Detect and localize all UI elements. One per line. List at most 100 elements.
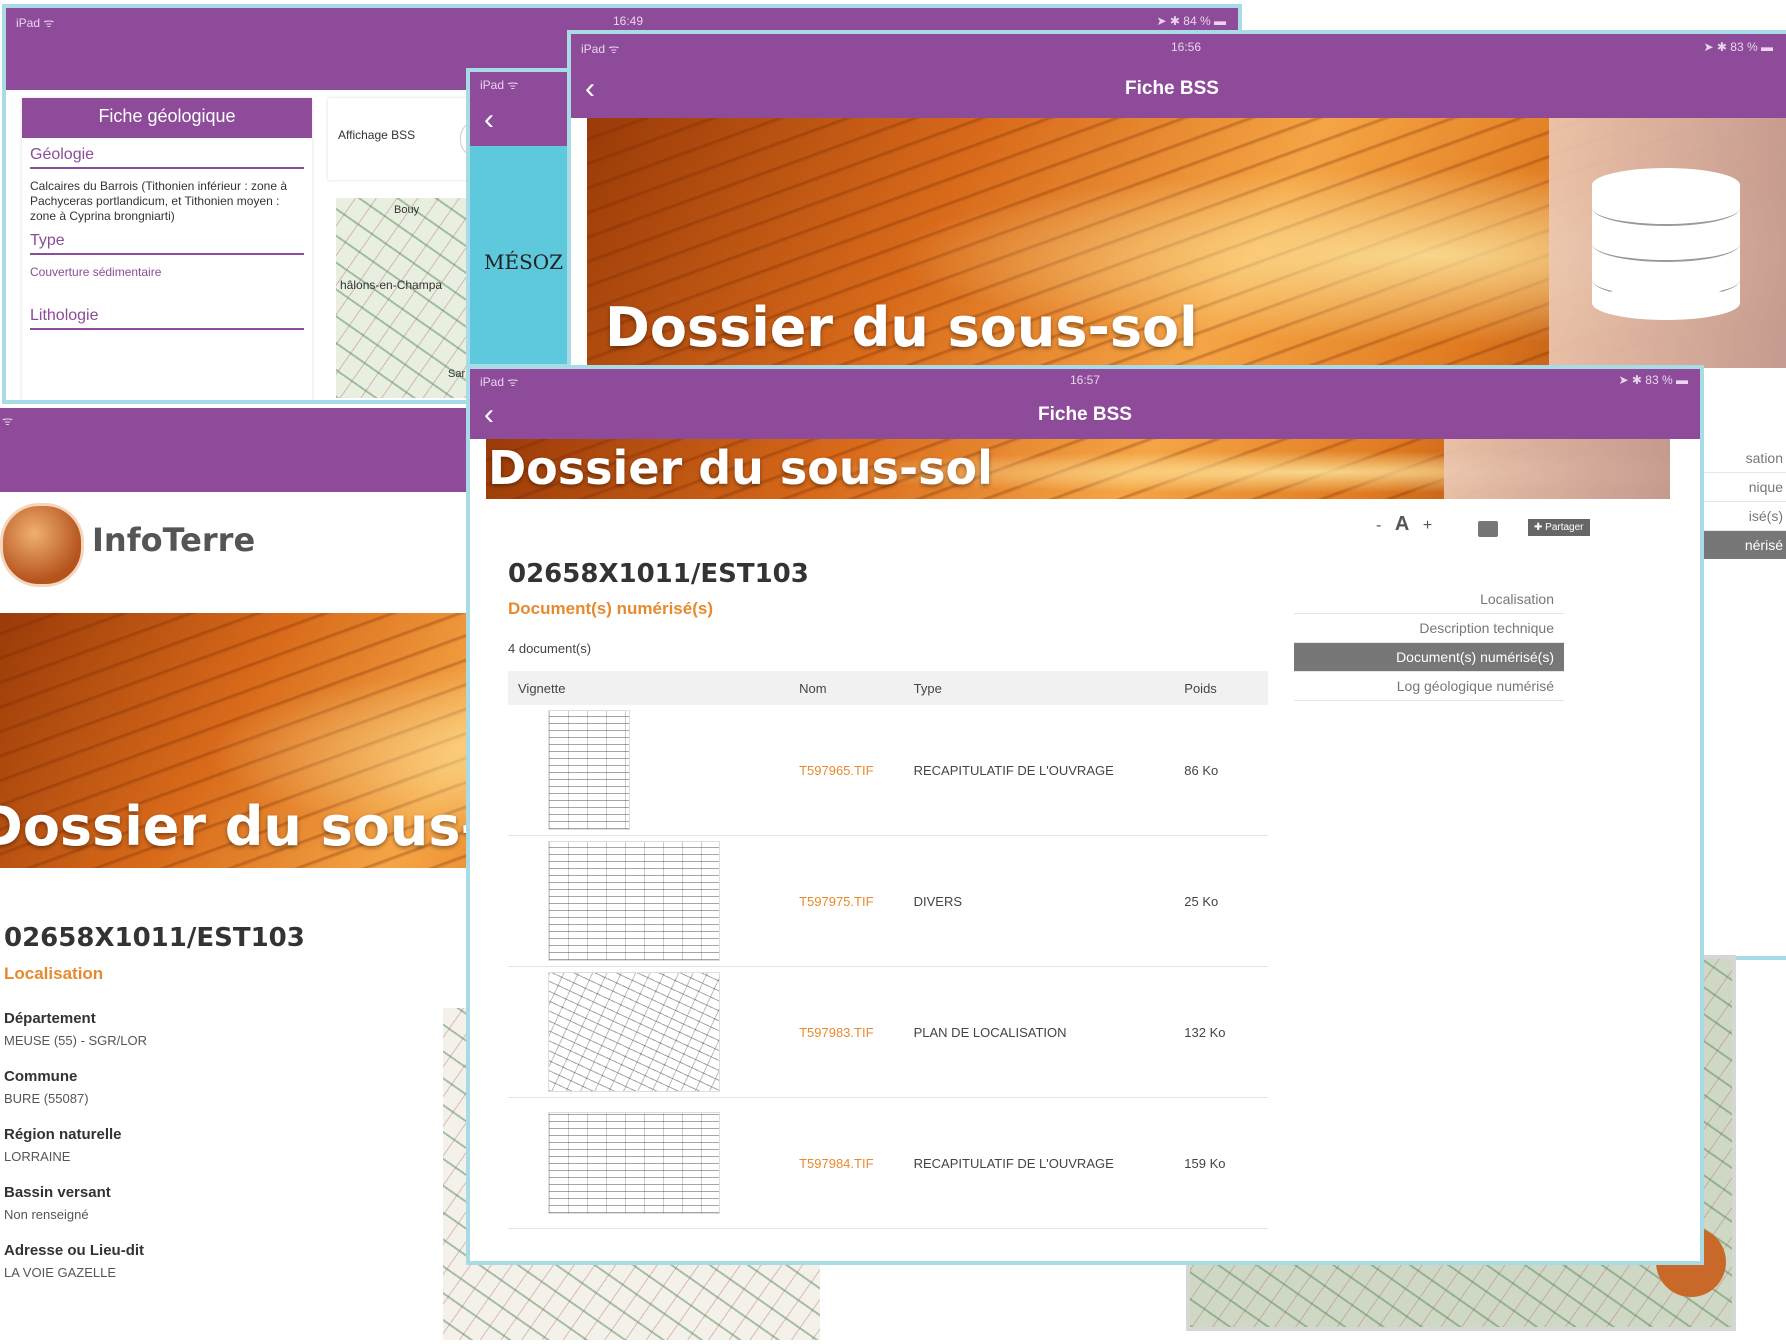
menu-item-log-geologique[interactable]: Log géologique numérisé <box>1294 672 1564 701</box>
screenshot-fiche-bss-1657: iPad ᯤ 16:57 ➤ ✱ 83 % ▬ ‹ Fiche BSS Doss… <box>466 365 1704 1265</box>
section-title: Document(s) numérisé(s) <box>508 599 713 618</box>
nav-bar: ‹ <box>470 94 572 146</box>
document-count: 4 document(s) <box>508 641 592 656</box>
document-size: 86 Ko <box>1174 705 1268 836</box>
header-banner: Dossier du sous-sol <box>486 439 1670 499</box>
status-bar: iPad ᯤ 16:56 ➤ ✱ 83 % ▬ <box>571 34 1786 60</box>
lithologie-heading: Lithologie <box>30 307 304 330</box>
content-area: - A + ✚ Partager 02658X1011/EST103 Docum… <box>486 499 1670 1261</box>
map-label-bouy: Bouy <box>394 204 420 216</box>
banner-side-panel <box>1444 439 1670 499</box>
section-menu: Localisation Description technique Docum… <box>1294 585 1564 701</box>
affichage-bss-label: Affichage BSS <box>338 128 416 142</box>
record-id: 02658X1011/EST103 <box>4 923 305 953</box>
field-adresse-label: Adresse ou Lieu-dit <box>4 1242 145 1259</box>
status-battery: ➤ ✱ 84 % ▬ <box>1156 14 1226 28</box>
geology-map[interactable]: Bouy hâlons-en-Champa Sar <box>336 198 486 398</box>
field-adresse-value: LA VOIE GAZELLE <box>4 1265 116 1280</box>
field-commune-label: Commune <box>4 1068 78 1085</box>
document-name-link[interactable]: T597983.TIF <box>789 966 904 1098</box>
header-banner: Dossier du sous-sol <box>587 118 1786 368</box>
document-thumbnail[interactable] <box>548 972 720 1092</box>
status-carrier: ᯤ <box>2 414 13 428</box>
nav-title: Fiche BSS <box>1125 78 1219 99</box>
column-poids: Poids <box>1174 671 1268 705</box>
document-thumbnail[interactable] <box>548 841 720 961</box>
document-type: RECAPITULATIF DE L'OUVRAGE <box>903 1097 1175 1229</box>
field-region-label: Région naturelle <box>4 1126 122 1143</box>
status-time: 16:49 <box>612 14 644 28</box>
map-label-chalons: hâlons-en-Champa <box>340 278 443 292</box>
section-title: Localisation <box>4 964 104 983</box>
field-departement-value: MEUSE (55) - SGR/LOR <box>4 1033 148 1048</box>
type-text: Couverture sédimentaire <box>30 265 162 279</box>
field-commune-value: BURE (55087) <box>4 1091 89 1106</box>
status-time: 16:56 <box>1170 40 1202 54</box>
era-label: MÉSOZ <box>484 250 564 274</box>
banner-title: Dossier du sous-sol <box>488 441 993 495</box>
thumbnail-cell <box>508 1097 790 1229</box>
status-bar: iPad ᯤ <box>470 72 572 94</box>
thumbnail-cell <box>508 705 790 836</box>
screenshot-mesozoic-strip: iPad ᯤ ‹ MÉSOZ <box>466 68 576 368</box>
column-type: Type <box>903 671 1175 705</box>
infoterre-logo-icon <box>0 503 84 587</box>
menu-item-localisation[interactable]: Localisation <box>1294 585 1564 614</box>
table-row[interactable]: T597965.TIF RECAPITULATIF DE L'OUVRAGE 8… <box>508 705 1268 836</box>
font-decrease-button[interactable]: - <box>1376 517 1381 534</box>
document-size: 25 Ko <box>1174 835 1268 967</box>
table-row[interactable]: T597975.TIF DIVERS 25 Ko <box>508 835 1268 967</box>
field-departement-label: Département <box>4 1010 96 1027</box>
era-panel: MÉSOZ <box>470 146 572 364</box>
document-size: 132 Ko <box>1174 966 1268 1098</box>
menu-item-description-technique[interactable]: Description technique <box>1294 614 1564 643</box>
document-name-link[interactable]: T597984.TIF <box>789 1097 904 1229</box>
nav-title: Fiche BSS <box>1038 404 1132 425</box>
database-icon <box>1592 168 1740 328</box>
document-thumbnail[interactable] <box>548 710 630 830</box>
document-name-link[interactable]: T597975.TIF <box>789 835 904 967</box>
table-row[interactable]: T597984.TIF RECAPITULATIF DE L'OUVRAGE 1… <box>508 1097 1268 1229</box>
font-size-controls: - A + <box>1376 513 1432 536</box>
location-fields: Département MEUSE (55) - SGR/LOR Commune… <box>4 998 424 1280</box>
nav-bar: ‹ Fiche BSS <box>470 391 1700 439</box>
document-thumbnail[interactable] <box>548 1112 720 1214</box>
field-bassin-value: Non renseigné <box>4 1207 89 1222</box>
type-heading: Type <box>30 232 304 255</box>
share-button[interactable]: ✚ Partager <box>1528 519 1590 536</box>
status-bar: iPad ᯤ 16:57 ➤ ✱ 83 % ▬ <box>470 369 1700 391</box>
banner-title: Dossier du sous-sol <box>605 296 1198 359</box>
thumbnail-cell <box>508 966 790 1098</box>
geologie-text: Calcaires du Barrois (Tithonien inférieu… <box>30 179 288 223</box>
table-row[interactable]: T597983.TIF PLAN DE LOCALISATION 132 Ko <box>508 966 1268 1098</box>
status-carrier: iPad ᯤ <box>480 375 519 389</box>
geology-panel: Fiche géologique Géologie Calcaires du B… <box>22 98 312 400</box>
infoterre-logo-text: InfoTerre <box>92 521 256 559</box>
font-size-icon: A <box>1394 513 1410 535</box>
document-type: RECAPITULATIF DE L'OUVRAGE <box>903 705 1175 836</box>
map-label-sar: Sar <box>448 368 466 380</box>
thumbnail-cell <box>508 835 790 967</box>
status-carrier: iPad ᯤ <box>480 78 519 92</box>
field-region-value: LORRAINE <box>4 1149 71 1164</box>
document-type: DIVERS <box>903 835 1175 967</box>
status-carrier: iPad ᯤ <box>581 42 620 56</box>
status-battery: ➤ ✱ 83 % ▬ <box>1703 40 1773 54</box>
menu-item-documents-numerises[interactable]: Document(s) numérisé(s) <box>1294 643 1564 672</box>
print-icon[interactable] <box>1478 521 1498 537</box>
back-chevron-icon[interactable]: ‹ <box>484 103 494 137</box>
document-size: 159 Ko <box>1174 1097 1268 1229</box>
fiche-title: Fiche géologique <box>22 98 312 138</box>
table-header-row: Vignette Nom Type Poids <box>508 671 1268 705</box>
status-carrier: iPad ᯤ <box>16 16 55 30</box>
infoterre-logo: InfoTerre <box>0 503 298 593</box>
record-id: 02658X1011/EST103 <box>508 559 809 589</box>
status-time: 16:57 <box>1069 373 1101 387</box>
field-bassin-label: Bassin versant <box>4 1184 111 1201</box>
document-type: PLAN DE LOCALISATION <box>903 966 1175 1098</box>
documents-table: Vignette Nom Type Poids T597965.TIF RECA… <box>508 671 1268 1229</box>
column-nom: Nom <box>789 671 904 705</box>
document-name-link[interactable]: T597965.TIF <box>789 705 904 836</box>
font-increase-button[interactable]: + <box>1423 517 1432 534</box>
nav-bar: ‹ Fiche BSS <box>571 60 1786 118</box>
